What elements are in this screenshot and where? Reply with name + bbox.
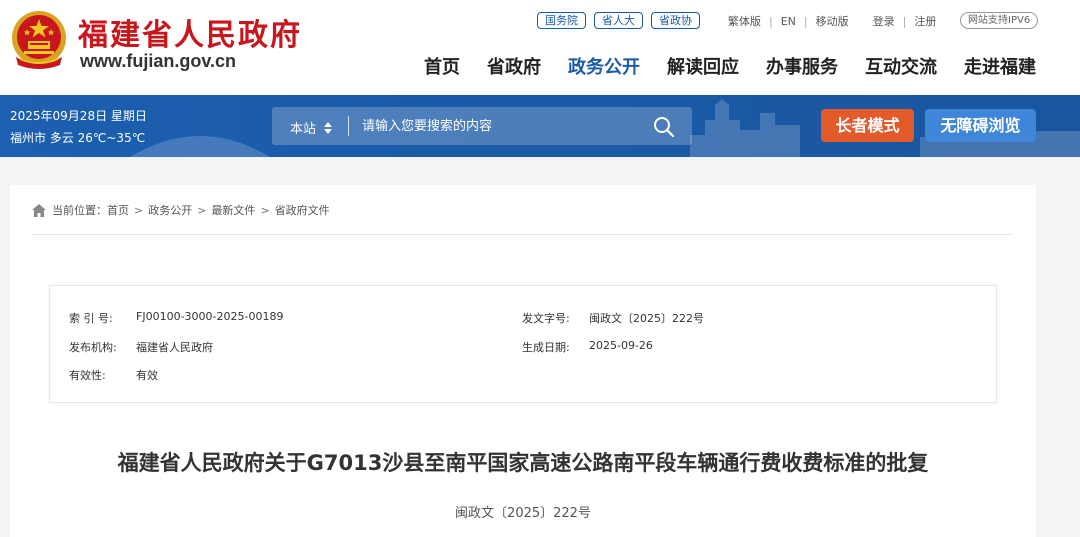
- nav-gov-affairs[interactable]: 政务公开: [568, 53, 640, 79]
- home-icon: [32, 203, 46, 217]
- doc-number-value: 闽政文〔2025〕222号: [589, 312, 704, 325]
- gov-link-state-council[interactable]: 国务院: [537, 12, 586, 29]
- validity-value: 有效: [136, 369, 158, 382]
- breadcrumb: 当前位置： 首页 > 政务公开 > 最新文件 > 省政府文件: [32, 202, 330, 218]
- breadcrumb-provincial-docs[interactable]: 省政府文件: [275, 202, 330, 218]
- site-header: 福建省人民政府 www.fujian.gov.cn 国务院 省人大 省政协 繁体…: [0, 0, 1080, 95]
- national-emblem-icon: [12, 11, 66, 69]
- search-divider: [348, 116, 349, 136]
- utility-links: 繁体版 | EN | 移动版 登录 | 注册: [728, 13, 936, 29]
- document-metadata: 索 引 号: FJ00100-3000-2025-00189 发文字号: 闽政文…: [49, 285, 997, 403]
- search-box: 本站: [272, 107, 692, 145]
- main-nav: 首页 省政府 政务公开 解读回应 办事服务 互动交流 走进福建: [424, 53, 1036, 79]
- search-scope-label: 本站: [290, 122, 317, 137]
- nav-home[interactable]: 首页: [424, 53, 460, 79]
- separator: |: [902, 14, 907, 28]
- created-date-label: 生成日期:: [522, 341, 570, 354]
- nav-interaction[interactable]: 互动交流: [865, 53, 937, 79]
- document-number: 闽政文〔2025〕222号: [455, 506, 591, 521]
- accessibility-button[interactable]: 无障碍浏览: [925, 109, 1036, 142]
- gov-link-provincial-congress[interactable]: 省人大: [594, 12, 643, 29]
- document-title: 福建省人民政府关于G7013沙县至南平国家高速公路南平段车辆通行费收费标准的批复: [117, 451, 929, 475]
- breadcrumb-latest-docs[interactable]: 最新文件: [211, 202, 255, 218]
- issuer-value: 福建省人民政府: [136, 341, 213, 354]
- nav-about-fujian[interactable]: 走进福建: [964, 53, 1036, 79]
- breadcrumb-arrow: >: [260, 203, 270, 217]
- divider: [32, 234, 1012, 235]
- nav-interpretation[interactable]: 解读回应: [667, 53, 739, 79]
- gov-link-cppcc[interactable]: 省政协: [651, 12, 700, 29]
- separator: |: [803, 14, 808, 28]
- index-number-value: FJ00100-3000-2025-00189: [136, 310, 284, 323]
- search-bar-banner: 2025年09月28日 星期日 福州市 多云 26℃~35℃ 本站 长者模式 无…: [0, 95, 1080, 157]
- doc-number-label: 发文字号:: [522, 312, 570, 325]
- breadcrumb-arrow: >: [134, 203, 144, 217]
- english-link[interactable]: EN: [781, 15, 796, 28]
- search-scope-select[interactable]: 本站: [290, 118, 333, 137]
- separator: |: [769, 14, 773, 28]
- validity-label: 有效性:: [69, 369, 106, 382]
- site-title[interactable]: 福建省人民政府: [78, 10, 302, 54]
- mobile-link[interactable]: 移动版: [816, 13, 849, 29]
- breadcrumb-label: 当前位置：: [52, 204, 107, 217]
- weather-info: 福州市 多云 26℃~35℃: [10, 131, 146, 145]
- ipv6-badge: 网站支持IPV6: [960, 12, 1039, 29]
- created-date-value: 2025-09-26: [589, 339, 653, 352]
- search-input[interactable]: [362, 115, 632, 137]
- traditional-chinese-link[interactable]: 繁体版: [728, 13, 761, 29]
- nav-provincial-gov[interactable]: 省政府: [487, 53, 541, 79]
- nav-services[interactable]: 办事服务: [766, 53, 838, 79]
- elder-mode-button[interactable]: 长者模式: [821, 109, 914, 142]
- gov-links: 国务院 省人大 省政协: [537, 12, 700, 29]
- login-link[interactable]: 登录: [873, 13, 895, 29]
- breadcrumb-home[interactable]: 首页: [107, 202, 129, 218]
- site-url[interactable]: www.fujian.gov.cn: [80, 51, 236, 72]
- register-link[interactable]: 注册: [914, 13, 936, 29]
- issuer-label: 发布机构:: [69, 341, 117, 354]
- index-number-label: 索 引 号:: [69, 312, 113, 325]
- article-card: 当前位置： 首页 > 政务公开 > 最新文件 > 省政府文件 索 引 号: FJ…: [10, 185, 1036, 537]
- breadcrumb-arrow: >: [197, 203, 207, 217]
- search-icon[interactable]: [652, 115, 676, 137]
- current-date: 2025年09月28日 星期日: [10, 109, 147, 123]
- breadcrumb-gov-affairs[interactable]: 政务公开: [148, 202, 192, 218]
- sort-arrows-icon: [324, 121, 333, 134]
